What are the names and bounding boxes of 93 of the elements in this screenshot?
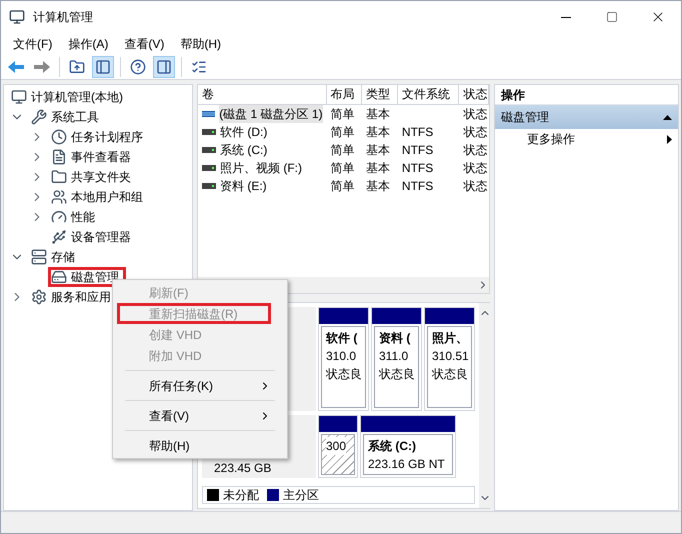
table-cell-text: 状态: [463, 106, 488, 123]
striped-volume-icon: [202, 111, 216, 117]
table-cell-text: 简单: [330, 160, 355, 177]
table-cell[interactable]: 软件 (D:): [220, 123, 268, 141]
menu-item[interactable]: 文件(F): [5, 34, 60, 52]
drive-icon: [202, 183, 216, 189]
table-cell-text: NTFS: [402, 142, 434, 159]
table-cell-text: 基本: [366, 160, 390, 177]
drive-icon: [202, 147, 216, 153]
gear-icon: [31, 289, 47, 305]
table-cell-text: 基本: [366, 178, 390, 195]
context-menu-item[interactable]: 所有任务(K): [117, 375, 283, 396]
legend-label: 未分配: [223, 487, 259, 504]
gauge-icon: [51, 209, 67, 225]
table-cell-text: 简单: [330, 178, 355, 195]
menu-item[interactable]: 帮助(H): [172, 34, 229, 52]
table-cell-text: 基本: [366, 106, 390, 123]
table-cell-text: 状态: [463, 160, 488, 177]
table-cell-text: 简单: [330, 142, 355, 159]
tree-toggle-icon: [95, 58, 111, 74]
maximize-icon: [606, 11, 618, 23]
clock-icon: [51, 129, 67, 145]
table-cell-text: NTFS: [402, 124, 434, 141]
table-cell-text: NTFS: [402, 160, 434, 177]
table-cell-text: 状态: [463, 178, 488, 195]
folder-icon: [51, 169, 67, 185]
partition-title: 资料 (: [379, 330, 412, 347]
vertical-scrollbar[interactable]: [479, 303, 491, 508]
column-header[interactable]: 卷: [198, 85, 327, 104]
column-header[interactable]: 状态: [459, 85, 489, 104]
menu-item[interactable]: 操作(A): [60, 34, 116, 52]
table-cell[interactable]: 照片、视频 (F:): [220, 159, 302, 177]
partition-body[interactable]: 软件 ( 310.0 状态良: [321, 326, 366, 408]
partition-info: 300: [326, 437, 346, 456]
column-header[interactable]: 布局: [326, 85, 362, 104]
table-cell-text: 状态: [463, 124, 488, 141]
hard-drive-icon: [51, 269, 67, 285]
app-icon: [9, 9, 25, 25]
column-header[interactable]: 文件系统: [398, 85, 460, 104]
tree-item[interactable]: 性能: [48, 207, 102, 227]
drive-icon: [202, 165, 216, 171]
document-icon: [51, 149, 67, 165]
table-cell[interactable]: 系统 (C:): [220, 141, 268, 159]
tree-item[interactable]: 事件查看器: [48, 147, 138, 167]
partition-body[interactable]: 300: [321, 434, 355, 475]
users-icon: [51, 189, 67, 205]
tree-item[interactable]: 计算机管理(本地): [8, 87, 130, 107]
up-icon: [69, 58, 85, 74]
help-icon: [130, 58, 146, 74]
actions-section[interactable]: 磁盘管理: [495, 105, 678, 129]
tree-item[interactable]: 本地用户和组: [48, 187, 150, 207]
action-link[interactable]: 更多操作: [495, 129, 678, 149]
minimize-icon: [561, 16, 571, 18]
tree-item[interactable]: 系统工具: [28, 107, 106, 127]
tree-item[interactable]: 服务和应用: [28, 287, 118, 307]
disk-info: 223.45 GB: [214, 460, 272, 478]
tree-item[interactable]: 任务计划程序: [48, 127, 150, 147]
window-title: 计算机管理: [33, 9, 94, 26]
partition-body[interactable]: 照片、 310.51 状态良: [427, 326, 472, 408]
collapse-triangle-icon: [663, 114, 672, 120]
wrench-icon: [31, 109, 47, 125]
table-cell-text: 基本: [366, 142, 390, 159]
column-header[interactable]: 类型: [362, 85, 398, 104]
table-cell-text: 简单: [330, 124, 355, 141]
partition-body[interactable]: 系统 (C:) 223.16 GB NT: [363, 434, 453, 475]
table-cell[interactable]: 资料 (E:): [220, 177, 267, 195]
menu-item[interactable]: 查看(V): [116, 34, 172, 52]
tree-toggle-button[interactable]: [92, 56, 114, 78]
plug-icon: [51, 229, 67, 245]
partition-title: 照片、: [432, 330, 467, 347]
table-cell-text: 基本: [366, 124, 390, 141]
partition-info: 状态良: [379, 365, 415, 383]
context-menu-item[interactable]: 查看(V): [117, 405, 283, 426]
action-toggle-button[interactable]: [153, 56, 175, 78]
drive-icon: [202, 129, 216, 135]
table-cell-text: 简单: [330, 106, 355, 123]
tree-item[interactable]: 设备管理器: [48, 227, 138, 247]
partition-info: 状态良: [326, 365, 362, 383]
partition-title: 软件 (: [326, 330, 358, 347]
tree-item[interactable]: 共享文件夹: [48, 167, 138, 187]
table-cell-text: 状态: [463, 142, 488, 159]
action-toggle-icon: [156, 58, 172, 74]
computer-icon: [11, 89, 27, 105]
table-cell[interactable]: (磁盘 1 磁盘分区 1): [219, 105, 323, 123]
server-icon: [31, 249, 47, 265]
partition-title: 系统 (C:): [368, 438, 417, 456]
properties-icon: [191, 58, 207, 74]
partition-info: 状态良: [432, 365, 468, 383]
partition-body[interactable]: 资料 ( 311.0 状态良: [374, 326, 419, 408]
legend-label: 主分区: [283, 487, 319, 504]
table-cell-text: NTFS: [402, 178, 434, 195]
tree-item[interactable]: 存储: [28, 247, 82, 267]
context-menu-item[interactable]: 帮助(H): [117, 435, 283, 456]
